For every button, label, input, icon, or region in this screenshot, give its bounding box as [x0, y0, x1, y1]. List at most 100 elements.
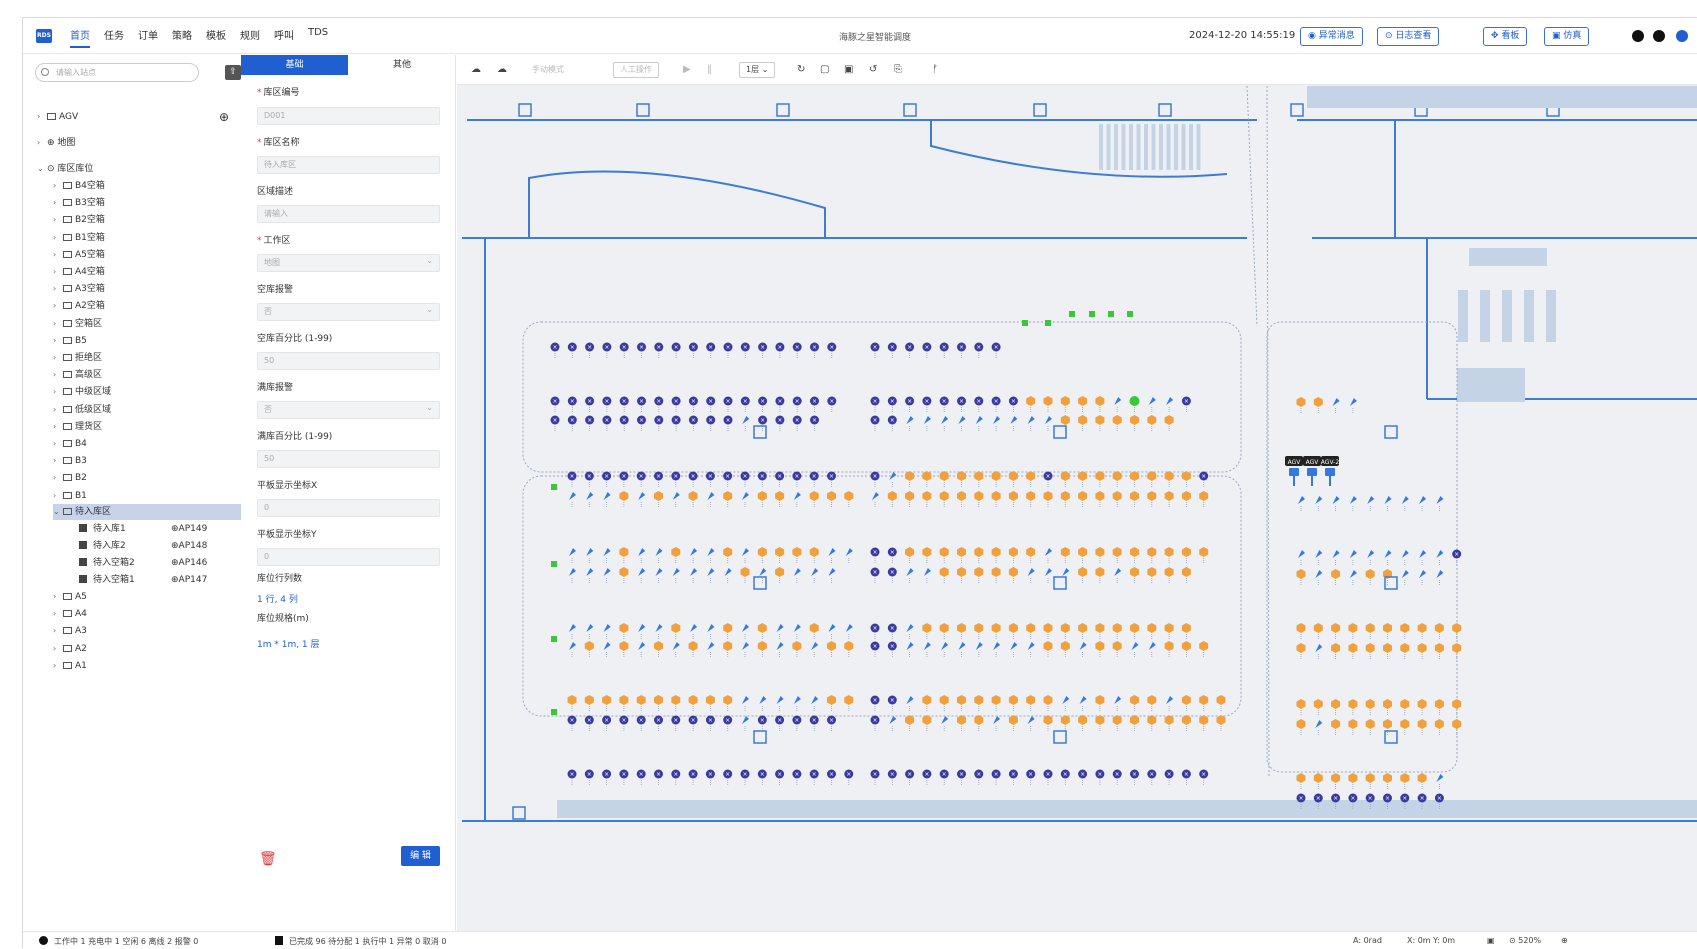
refresh-icon[interactable]: ↻ — [797, 64, 805, 75]
tree-zone-item[interactable]: › 中级区域 — [53, 384, 111, 400]
arrow-slot — [1315, 570, 1323, 578]
full-slot — [1331, 623, 1341, 633]
menu-rules[interactable]: 规则 — [240, 23, 260, 48]
fit-icon[interactable]: ▣ — [844, 64, 853, 75]
tree-zone-item[interactable]: › A3空箱 — [53, 281, 105, 297]
menu-tds[interactable]: TDS — [308, 23, 328, 48]
cloud-outline-icon[interactable]: ☁ — [471, 64, 481, 75]
coord-y-field[interactable]: 0 — [257, 548, 440, 566]
tree-zone-item[interactable]: › A2 — [53, 641, 87, 657]
tree-child[interactable]: 待入库2 ⊕AP148 — [79, 538, 239, 554]
tree-zone-item[interactable]: › B1空箱 — [53, 230, 105, 246]
tree-zone-item[interactable]: › A3 — [53, 623, 87, 639]
arrow-slot — [759, 568, 767, 576]
empty-slot-mark: × — [691, 398, 696, 405]
empty-alarm-select[interactable]: 否 — [257, 302, 440, 321]
empty-slot-mark: × — [639, 417, 644, 424]
user-icon[interactable] — [1676, 30, 1688, 42]
checkbox-icon[interactable] — [47, 113, 56, 120]
log-button[interactable]: ⊙ 日志查看 — [1377, 27, 1440, 46]
tree-zone-item[interactable]: › A2空箱 — [53, 298, 105, 314]
tree-zone-item[interactable]: › 空箱区 — [53, 316, 102, 332]
tree-zone-item[interactable]: › 高级区 — [53, 367, 102, 383]
tree-zone-item[interactable]: › B5 — [53, 333, 87, 349]
tree-zone-item[interactable]: › A1 — [53, 658, 87, 674]
zone-name-field[interactable]: 待入库区 — [257, 156, 440, 174]
clock-icon[interactable] — [1632, 30, 1644, 42]
full-slot — [1078, 623, 1088, 633]
menu-tasks[interactable]: 任务 — [104, 23, 124, 48]
cloud-icon[interactable]: ☁ — [497, 64, 507, 75]
mode-toggle[interactable]: 手动模式 — [532, 64, 564, 75]
warehouse-map[interactable]: × × × × × × × × × × × × × × × × × × × × × × × × × × × × × × × × × × × × × × × ×… — [457, 86, 1697, 931]
tree-child[interactable]: 待入库1 ⊕AP149 — [79, 521, 239, 537]
full-alarm-select[interactable]: 否 — [257, 400, 440, 419]
zoom-icon[interactable]: ⊕ — [1561, 936, 1568, 945]
tree-zone-label: 拒绝区 — [75, 353, 103, 363]
menu-home[interactable]: 首页 — [70, 23, 90, 48]
zone-code-field[interactable]: D001 — [257, 107, 440, 125]
full-pct-field[interactable]: 50 — [257, 450, 440, 468]
board-button[interactable]: ✥ 看板 — [1483, 27, 1528, 46]
pause-icon[interactable]: ‖ — [707, 64, 712, 75]
empty-pct-field[interactable]: 50 — [257, 352, 440, 370]
tree-zone-item[interactable]: › B4 — [53, 436, 87, 452]
play-icon[interactable]: ▶ — [683, 64, 691, 75]
menu-call[interactable]: 呼叫 — [274, 23, 294, 48]
tree-zone-item[interactable]: › 拒绝区 — [53, 350, 102, 366]
tree-zone-item[interactable]: › B3 — [53, 453, 87, 469]
tree-zone-item[interactable]: › B3空箱 — [53, 195, 105, 211]
save-icon[interactable]: ▣ — [1487, 936, 1495, 945]
full-slot — [1452, 643, 1462, 653]
tab-basic[interactable]: 基础 — [241, 55, 348, 75]
empty-slot-mark: × — [942, 771, 947, 778]
tree-zones[interactable]: ⌄ ⊙ 库区库位 — [37, 161, 93, 177]
full-slot — [1434, 623, 1444, 633]
tree-zone-item[interactable]: › A5空箱 — [53, 247, 105, 263]
zone-icon — [63, 268, 72, 275]
tree-map[interactable]: › ⊕ 地图 — [37, 135, 75, 151]
tree-child[interactable]: 待入空箱2 ⊕AP146 — [79, 555, 239, 571]
full-slot — [1008, 695, 1018, 705]
full-slot — [1417, 719, 1427, 729]
workarea-select[interactable]: 地图 — [257, 253, 440, 272]
menu-orders[interactable]: 订单 — [138, 23, 158, 48]
frame-icon[interactable]: ▢ — [820, 64, 829, 75]
tab-other[interactable]: 其他 — [348, 55, 456, 75]
sim-button[interactable]: ▣ 仿真 — [1544, 27, 1590, 46]
tree-agv[interactable]: › AGV — [37, 109, 78, 125]
gear-icon[interactable] — [1653, 30, 1665, 42]
tree-zone-item[interactable]: › 理货区 — [53, 419, 102, 435]
desc-field[interactable]: 请输入 — [257, 205, 440, 223]
empty-slot-mark: × — [829, 771, 834, 778]
upload-icon[interactable]: ⇧ — [225, 65, 241, 80]
arrow-slot — [603, 624, 611, 632]
edit-button[interactable]: 编 辑 — [401, 846, 440, 866]
tree-child[interactable]: 待入空箱1 ⊕AP147 — [79, 572, 239, 588]
export-icon[interactable]: ⎘ — [894, 64, 902, 75]
alarm-button[interactable]: ◉ 异常消息 — [1300, 27, 1363, 46]
tree-zone-item[interactable]: › A4 — [53, 606, 87, 622]
full-slot — [1078, 415, 1088, 425]
manual-button[interactable]: 人工操作 — [613, 62, 659, 78]
child-name: 待入库2 — [93, 541, 126, 551]
branch-icon[interactable]: ᚠ — [932, 64, 938, 75]
coord-x-field[interactable]: 0 — [257, 499, 440, 517]
tree-item-selected[interactable]: ⌄ 待入库区 — [53, 504, 253, 520]
search-input[interactable]: 请输入站点 — [35, 63, 199, 82]
tree-zone-item[interactable]: › A4空箱 — [53, 264, 105, 280]
locate-icon[interactable]: ⊕ — [219, 109, 229, 125]
floor-select[interactable]: 1层 ⌄ — [739, 62, 776, 78]
tree-zone-item[interactable]: › B1 — [53, 488, 87, 504]
menu-template[interactable]: 模板 — [206, 23, 226, 48]
tree-zone-item[interactable]: › B2空箱 — [53, 212, 105, 228]
menu-strategy[interactable]: 策略 — [172, 23, 192, 48]
map-area[interactable]: ☁ ☁ 手动模式 人工操作 ▶ ‖ 1层 ⌄ ↻ ▢ ▣ ↺ ⎘ ᚠ × × × × ×… — [457, 55, 1697, 931]
tree-zone-item[interactable]: › A5 — [53, 589, 87, 605]
tree-zone-item[interactable]: › B2 — [53, 470, 87, 486]
rotate-icon[interactable]: ↺ — [869, 64, 877, 75]
delete-icon[interactable]: 🗑 — [259, 851, 277, 867]
tree-zone-item[interactable]: › 低级区域 — [53, 402, 111, 418]
empty-slot-mark: × — [1316, 795, 1321, 802]
tree-zone-item[interactable]: › B4空箱 — [53, 178, 105, 194]
